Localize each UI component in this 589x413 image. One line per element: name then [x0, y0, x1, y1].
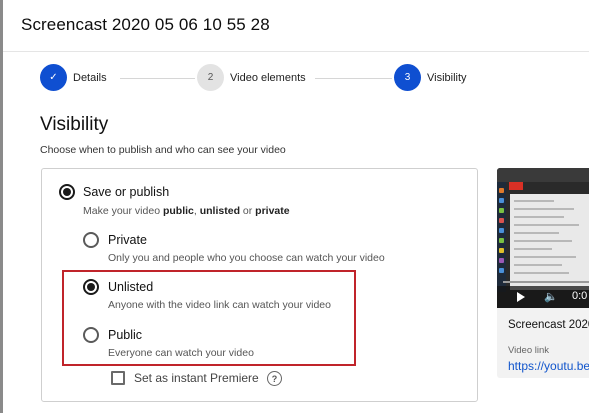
dialog-header: Screencast 2020 05 06 10 55 28 — [3, 0, 589, 52]
video-time: 0:0 — [572, 290, 588, 302]
step-details-check-icon[interactable]: ✓ — [40, 64, 67, 91]
video-thumbnail[interactable]: 🔈 0:0 — [497, 168, 589, 308]
preview-video-title: Screencast 2020 — [508, 319, 589, 331]
save-or-publish-radio[interactable] — [59, 184, 75, 200]
step-visibility-label[interactable]: Visibility — [427, 72, 467, 84]
instant-premiere-checkbox[interactable] — [111, 371, 125, 385]
thumb-window — [510, 194, 589, 290]
step-visibility-number[interactable]: 3 — [394, 64, 421, 91]
save-or-publish-label[interactable]: Save or publish — [83, 185, 169, 199]
video-link-url[interactable]: https://youtu.be — [508, 359, 589, 373]
annotation-highlight-box — [62, 270, 356, 366]
volume-icon[interactable]: 🔈 — [544, 292, 558, 303]
thumb-dock — [497, 182, 506, 292]
save-or-publish-desc: Make your video public, unlisted or priv… — [83, 205, 290, 217]
visibility-subtitle: Choose when to publish and who can see y… — [40, 144, 286, 156]
visibility-heading: Visibility — [40, 114, 109, 135]
help-icon[interactable]: ? — [267, 371, 282, 386]
play-icon[interactable] — [517, 292, 525, 302]
private-label[interactable]: Private — [108, 233, 147, 247]
step-connector — [315, 78, 392, 79]
step-video-elements-label[interactable]: Video elements — [230, 72, 306, 84]
thumb-topbar — [497, 168, 589, 182]
dialog-title: Screencast 2020 05 06 10 55 28 — [21, 15, 270, 34]
instant-premiere-label[interactable]: Set as instant Premiere — [134, 371, 259, 385]
step-details-label[interactable]: Details — [73, 72, 107, 84]
dialog-edge — [0, 0, 3, 413]
video-link-label: Video link — [508, 345, 550, 356]
private-desc: Only you and people who you choose can w… — [108, 252, 385, 264]
video-preview-card: 🔈 0:0 Screencast 2020 Video link https:/… — [497, 168, 589, 378]
step-video-elements-number[interactable]: 2 — [197, 64, 224, 91]
step-connector — [120, 78, 195, 79]
stepper: ✓ Details 2 Video elements 3 Visibility — [40, 64, 589, 92]
thumb-app-icon — [509, 182, 523, 190]
upload-dialog: Screencast 2020 05 06 10 55 28 ✓ Details… — [0, 0, 589, 413]
private-radio[interactable] — [83, 232, 99, 248]
video-progress-bar[interactable] — [503, 281, 589, 283]
